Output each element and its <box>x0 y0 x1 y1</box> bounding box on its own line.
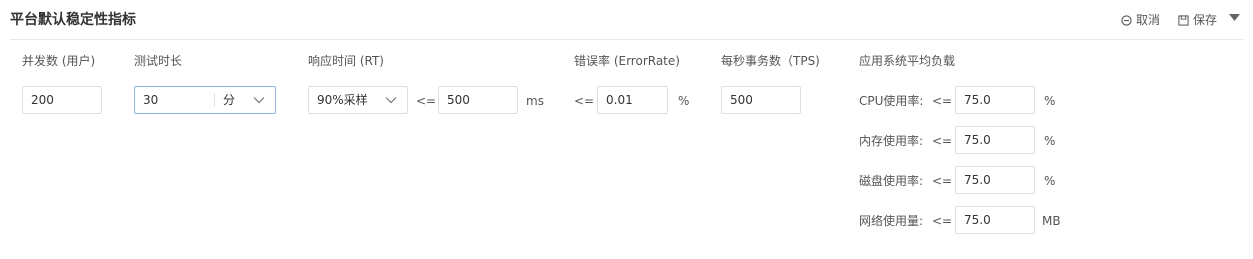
chevron-down-icon[interactable] <box>253 95 265 105</box>
duration-unit-select[interactable]: 分 <box>223 87 235 113</box>
duration-field[interactable]: 30 分 <box>134 86 276 114</box>
cancel-label: 取消 <box>1136 13 1161 27</box>
network-label: 网络使用量: <box>859 214 924 228</box>
cpu-label: CPU使用率: <box>859 94 924 108</box>
memory-input[interactable]: 75.0 <box>955 126 1035 154</box>
error-rate-unit: % <box>678 94 690 108</box>
chevron-down-icon <box>385 97 397 104</box>
duration-label: 测试时长 <box>134 54 183 68</box>
rt-unit: ms <box>526 94 544 108</box>
concurrency-input[interactable]: 200 <box>22 86 102 114</box>
tps-input[interactable]: 500 <box>721 86 801 114</box>
rt-operator: <= <box>416 94 437 108</box>
error-rate-input[interactable]: 0.01 <box>597 86 668 114</box>
page-title: 平台默认稳定性指标 <box>10 12 136 28</box>
rt-input[interactable]: 500 <box>438 86 518 114</box>
collapse-toggle[interactable] <box>1229 14 1244 22</box>
cancel-button[interactable]: 取消 <box>1121 11 1160 29</box>
header-divider <box>10 39 1243 40</box>
percentile-value: 90%采样 <box>317 93 368 107</box>
save-label: 保存 <box>1193 13 1218 27</box>
disk-label: 磁盘使用率: <box>859 174 924 188</box>
duration-divider <box>214 93 215 107</box>
disk-input[interactable]: 75.0 <box>955 166 1035 194</box>
concurrency-label: 并发数 (用户) <box>22 54 96 68</box>
network-operator: <= <box>932 214 953 228</box>
disk-unit: % <box>1044 174 1056 188</box>
error-rate-operator: <= <box>574 94 595 108</box>
response-time-label: 响应时间 (RT) <box>308 54 384 68</box>
cpu-operator: <= <box>932 94 953 108</box>
error-rate-label: 错误率 (ErrorRate) <box>574 54 680 68</box>
tps-label: 每秒事务数（TPS) <box>721 54 820 68</box>
memory-operator: <= <box>932 134 953 148</box>
save-button[interactable]: 保存 <box>1178 11 1217 29</box>
memory-unit: % <box>1044 134 1056 148</box>
network-unit: MB <box>1042 214 1061 228</box>
cpu-unit: % <box>1044 94 1056 108</box>
caret-down-icon <box>1229 14 1240 21</box>
duration-input[interactable]: 30 <box>143 87 158 113</box>
memory-label: 内存使用率: <box>859 134 924 148</box>
percentile-select[interactable]: 90%采样 <box>308 86 408 114</box>
save-icon <box>1178 14 1189 26</box>
system-load-label: 应用系统平均负载 <box>859 54 956 68</box>
disk-operator: <= <box>932 174 953 188</box>
minus-circle-icon <box>1121 14 1132 26</box>
cpu-input[interactable]: 75.0 <box>955 86 1035 114</box>
network-input[interactable]: 75.0 <box>955 206 1035 234</box>
panel-header: 平台默认稳定性指标 取消 保存 <box>0 0 1253 40</box>
